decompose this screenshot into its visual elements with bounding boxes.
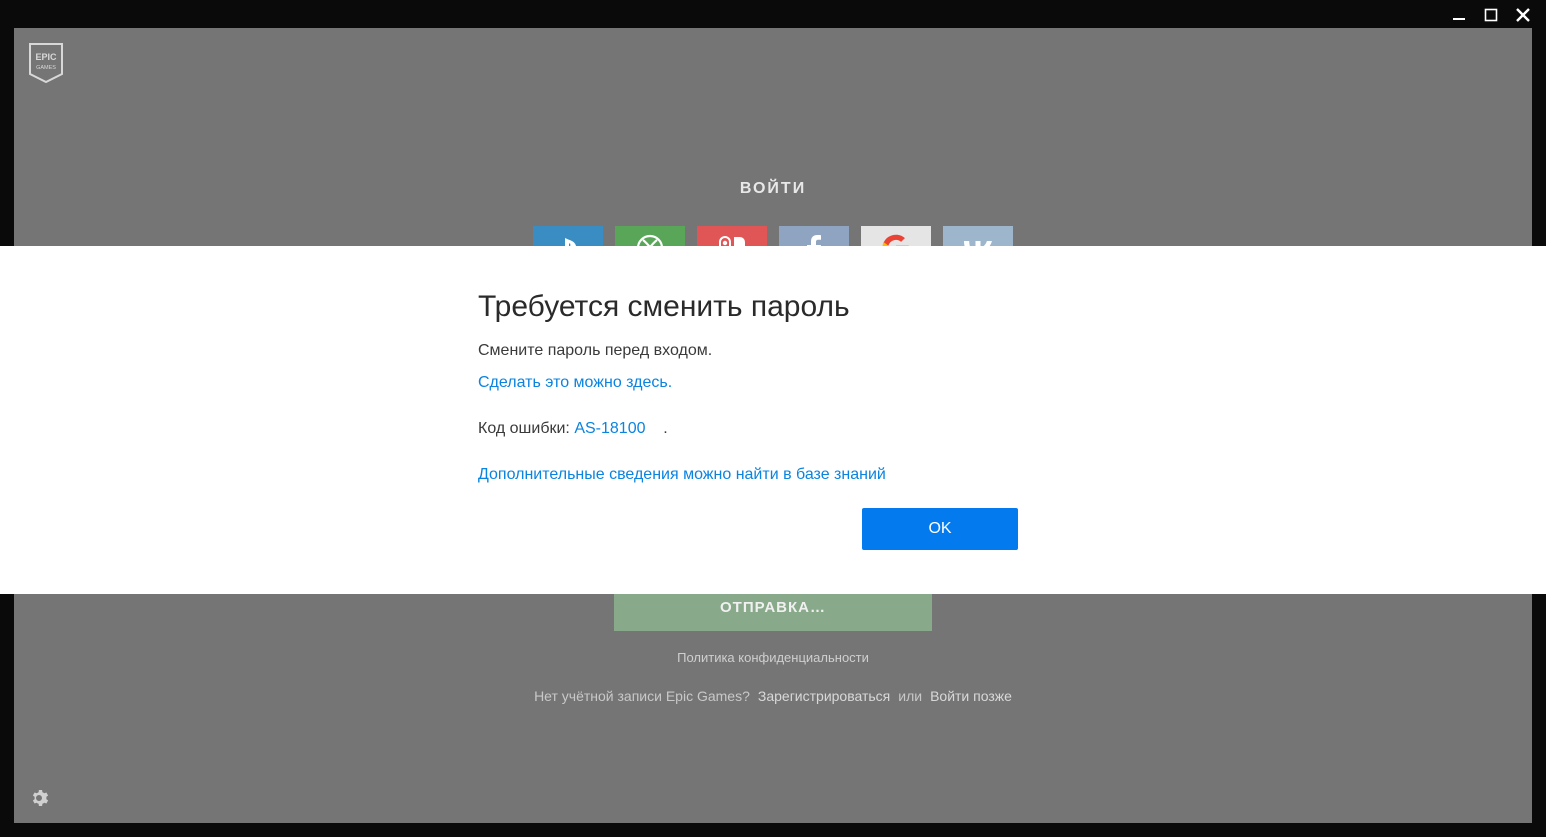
error-modal-content: Требуется сменить пароль Смените пароль … bbox=[478, 290, 1058, 550]
ok-button[interactable]: OK bbox=[862, 508, 1018, 550]
register-link[interactable]: Зарегистрироваться bbox=[758, 688, 890, 704]
modal-body: Смените пароль перед входом. bbox=[478, 342, 1058, 360]
error-code-link[interactable]: AS-18100 bbox=[574, 420, 645, 437]
minimize-button[interactable] bbox=[1450, 6, 1468, 24]
error-modal: Требуется сменить пароль Смените пароль … bbox=[0, 246, 1546, 594]
knowledge-base-link[interactable]: Дополнительные сведения можно найти в ба… bbox=[478, 466, 886, 484]
close-button[interactable] bbox=[1514, 6, 1532, 24]
window-frame: EPICGAMES ВОЙТИ bbox=[0, 0, 1546, 837]
gear-icon bbox=[30, 794, 48, 811]
or-label: или bbox=[898, 688, 922, 704]
modal-actions: OK bbox=[478, 508, 1058, 550]
maximize-button[interactable] bbox=[1482, 6, 1500, 24]
login-title: ВОЙТИ bbox=[740, 180, 806, 198]
settings-button[interactable] bbox=[30, 789, 48, 807]
change-password-link[interactable]: Сделать это можно здесь. bbox=[478, 374, 672, 392]
error-code-line: Код ошибки: AS-18100 . bbox=[478, 420, 1058, 438]
modal-title: Требуется сменить пароль bbox=[478, 290, 1058, 324]
privacy-policy-link[interactable]: Политика конфиденциальности bbox=[677, 650, 869, 665]
error-code-label: Код ошибки: bbox=[478, 420, 570, 437]
window-titlebar bbox=[1450, 0, 1546, 30]
error-code-tail: . bbox=[663, 420, 667, 437]
login-later-link[interactable]: Войти позже bbox=[930, 688, 1012, 704]
signup-footer: Нет учётной записи Epic Games? Зарегистр… bbox=[534, 688, 1012, 704]
no-account-label: Нет учётной записи Epic Games? bbox=[534, 688, 750, 704]
